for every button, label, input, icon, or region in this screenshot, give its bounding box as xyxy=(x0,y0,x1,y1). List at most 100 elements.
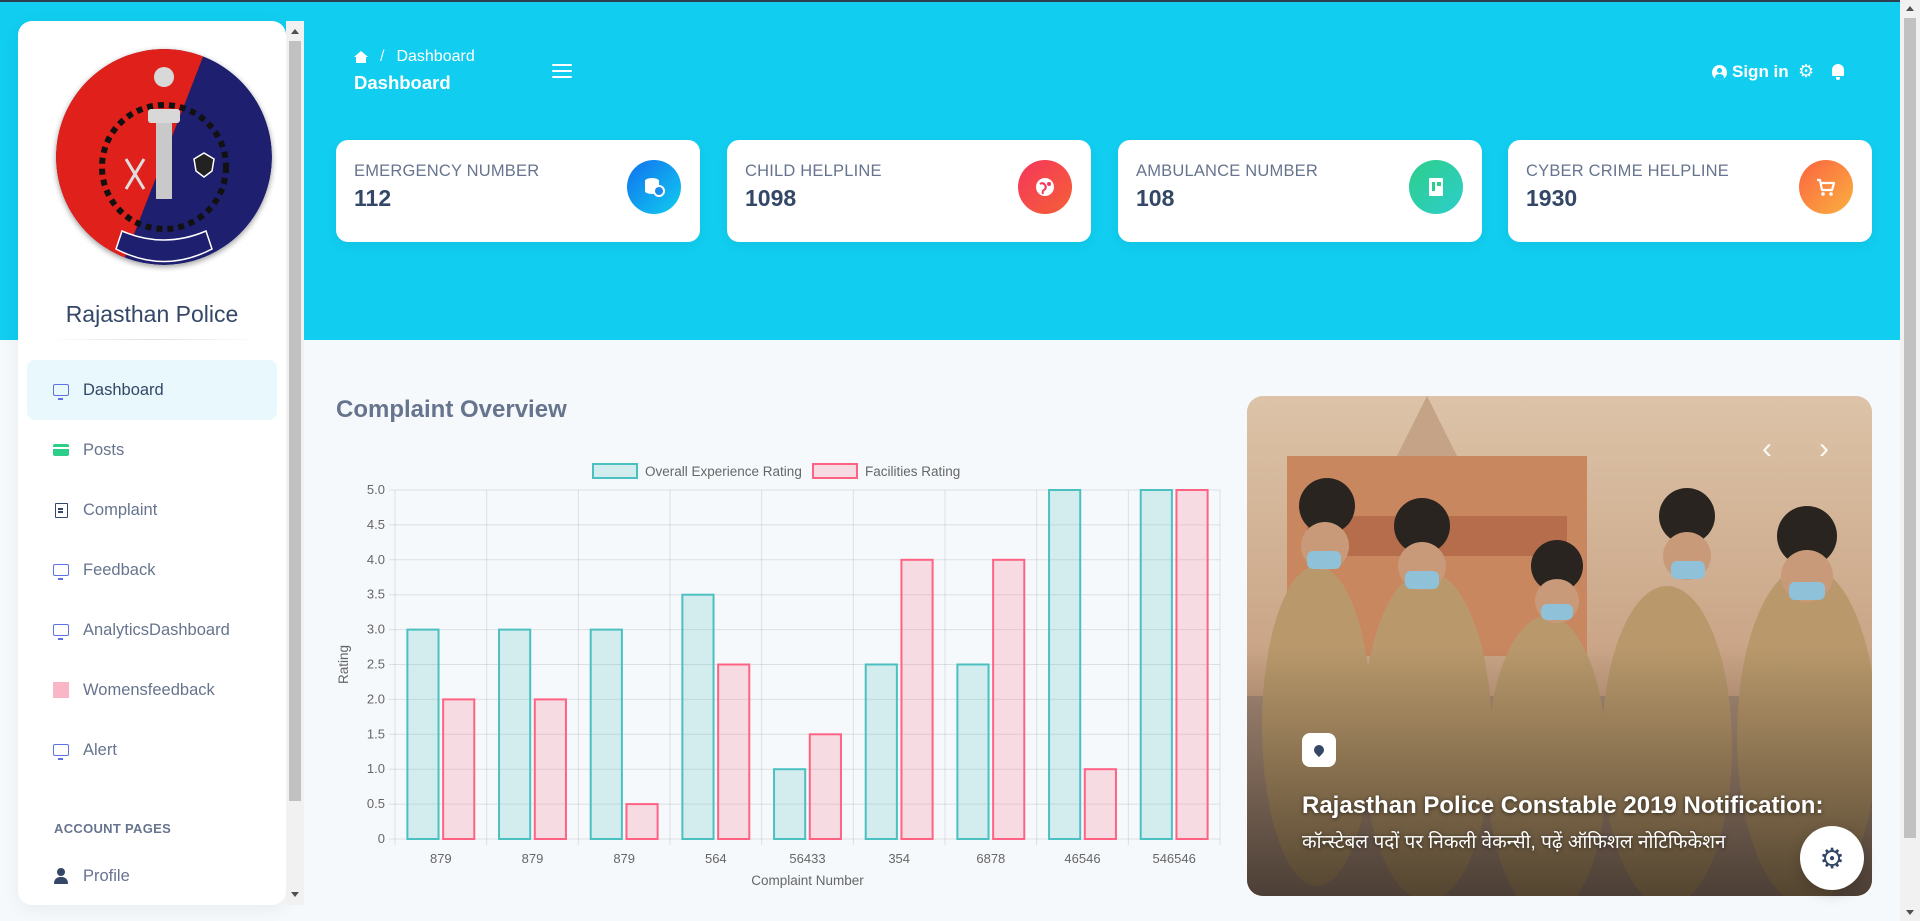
sidebar-item-label: Alert xyxy=(83,740,117,759)
monitor-icon xyxy=(53,622,69,640)
y-tick-label: 1.5 xyxy=(367,726,385,741)
sidebar-scrollbar[interactable] xyxy=(286,21,304,905)
rajasthan-police-logo xyxy=(56,49,272,265)
bar-overall-experience xyxy=(956,663,990,840)
hamburger-menu-icon[interactable] xyxy=(552,64,572,79)
stat-card-label: EMERGENCY NUMBER xyxy=(354,162,540,180)
sign-in-link[interactable]: Sign in xyxy=(1712,62,1789,82)
bell-icon[interactable] xyxy=(1831,64,1845,80)
carousel-next-chevron-icon[interactable]: › xyxy=(1819,434,1829,464)
location-pin-icon xyxy=(1302,733,1336,767)
sidebar-item-label: Womensfeedback xyxy=(83,680,215,699)
y-tick-label: 4.5 xyxy=(367,517,385,532)
y-tick-label: 2.5 xyxy=(367,657,385,672)
x-tick-label: 564 xyxy=(705,851,727,866)
settings-fab-gear-icon[interactable]: ⚙ xyxy=(1800,826,1864,890)
sidebar-item-label: AnalyticsDashboard xyxy=(83,620,230,639)
stat-card-ambulance: AMBULANCE NUMBER 108 xyxy=(1118,140,1482,242)
carousel-subtitle: कॉन्स्टेबल पदों पर निकली वेकन्सी, पढ़ें … xyxy=(1302,832,1726,853)
y-tick-label: 3.0 xyxy=(367,622,385,637)
bar-facilities xyxy=(625,803,659,841)
document-icon xyxy=(1409,160,1463,214)
bar-facilities xyxy=(717,663,751,840)
scroll-up-arrow-icon[interactable] xyxy=(1906,6,1914,11)
x-tick-label: 6878 xyxy=(976,851,1005,866)
account-nav: Profile xyxy=(27,846,277,905)
y-axis-label: Rating xyxy=(336,645,351,684)
carousel-title: Rajasthan Police Constable 2019 Notifica… xyxy=(1302,792,1824,819)
bar-overall-experience xyxy=(406,628,440,840)
scrollbar-thumb[interactable] xyxy=(1904,18,1916,838)
sidebar-item-complaint[interactable]: Complaint xyxy=(27,480,277,540)
legend-label: Overall Experience Rating xyxy=(645,464,802,479)
y-tick-label: 4.0 xyxy=(367,552,385,567)
stat-card-emergency: EMERGENCY NUMBER 112 xyxy=(336,140,700,242)
sidebar-item-alert[interactable]: Alert xyxy=(27,720,277,780)
window-top-border xyxy=(0,0,1920,2)
cart-icon xyxy=(1799,160,1853,214)
carousel-photo xyxy=(1247,396,1872,896)
stat-card-label: CHILD HELPLINE xyxy=(745,162,882,180)
bar-facilities xyxy=(533,698,567,840)
user-icon xyxy=(53,868,69,884)
legend-swatch xyxy=(592,463,638,479)
y-tick-label: 0.5 xyxy=(367,796,385,811)
bar-overall-experience xyxy=(773,768,807,841)
sidebar-item-label: Complaint xyxy=(83,500,158,519)
bar-facilities xyxy=(992,558,1026,841)
breadcrumb-current: Dashboard xyxy=(396,48,475,65)
sidebar-item-dashboard[interactable]: Dashboard xyxy=(27,360,277,420)
account-pages-heading: ACCOUNT PAGES xyxy=(54,821,172,836)
sidebar-item-analytics-dashboard[interactable]: AnalyticsDashboard xyxy=(27,600,277,660)
brand-name: Rajasthan Police xyxy=(65,301,239,327)
monitor-icon xyxy=(53,562,69,580)
bar-facilities xyxy=(900,558,934,841)
bar-overall-experience xyxy=(498,628,532,840)
page-scrollbar[interactable] xyxy=(1900,0,1920,921)
y-tick-label: 0 xyxy=(378,831,385,846)
pink-square-icon xyxy=(53,682,69,698)
scroll-down-arrow-icon[interactable] xyxy=(1906,910,1914,915)
x-tick-label: 546546 xyxy=(1152,851,1195,866)
settings-gear-icon[interactable]: ⚙ xyxy=(1798,62,1814,80)
sidebar-item-label: Profile xyxy=(83,866,130,885)
sidebar-divider xyxy=(44,339,260,340)
sidebar-item-profile[interactable]: Profile xyxy=(27,846,277,905)
scroll-down-arrow-icon[interactable] xyxy=(291,892,299,897)
page-title: Dashboard xyxy=(354,72,451,93)
section-title: Complaint Overview xyxy=(336,396,567,423)
sign-in-label: Sign in xyxy=(1732,62,1789,81)
breadcrumb-separator: / xyxy=(380,48,385,65)
stat-card-value: 108 xyxy=(1136,185,1175,211)
sidebar-item-label: Feedback xyxy=(83,560,156,579)
bar-facilities xyxy=(442,698,476,840)
y-tick-label: 3.5 xyxy=(367,587,385,602)
home-icon[interactable] xyxy=(354,51,368,63)
x-tick-label: 354 xyxy=(888,851,910,866)
bar-facilities xyxy=(1083,768,1117,841)
globe-icon xyxy=(1018,160,1072,214)
stat-card-value: 112 xyxy=(354,185,392,211)
carousel-prev-chevron-icon[interactable]: ‹ xyxy=(1762,434,1772,464)
sidebar-item-womens-feedback[interactable]: Womensfeedback xyxy=(27,660,277,720)
stat-card-label: AMBULANCE NUMBER xyxy=(1136,162,1318,180)
news-carousel[interactable]: ‹ › Rajasthan Police Constable 2019 Noti… xyxy=(1247,396,1872,896)
sidebar-item-label: Posts xyxy=(83,440,125,459)
sidebar-item-posts[interactable]: Posts xyxy=(27,420,277,480)
x-tick-label: 56433 xyxy=(789,851,825,866)
x-tick-label: 879 xyxy=(613,851,635,866)
x-axis-label: Complaint Number xyxy=(751,873,864,888)
y-tick-label: 2.0 xyxy=(367,691,385,706)
y-tick-label: 5.0 xyxy=(367,482,385,497)
x-tick-label: 879 xyxy=(522,851,544,866)
sidebar-item-feedback[interactable]: Feedback xyxy=(27,540,277,600)
stat-card-child-helpline: CHILD HELPLINE 1098 xyxy=(727,140,1091,242)
bar-overall-experience xyxy=(1139,489,1173,840)
stat-card-cyber-crime: CYBER CRIME HELPLINE 1930 xyxy=(1508,140,1872,242)
x-tick-label: 46546 xyxy=(1064,851,1100,866)
bar-overall-experience xyxy=(589,628,623,840)
scroll-up-arrow-icon[interactable] xyxy=(291,29,299,34)
database-icon xyxy=(627,160,681,214)
scrollbar-thumb[interactable] xyxy=(289,41,301,801)
bar-overall-experience xyxy=(864,663,898,840)
